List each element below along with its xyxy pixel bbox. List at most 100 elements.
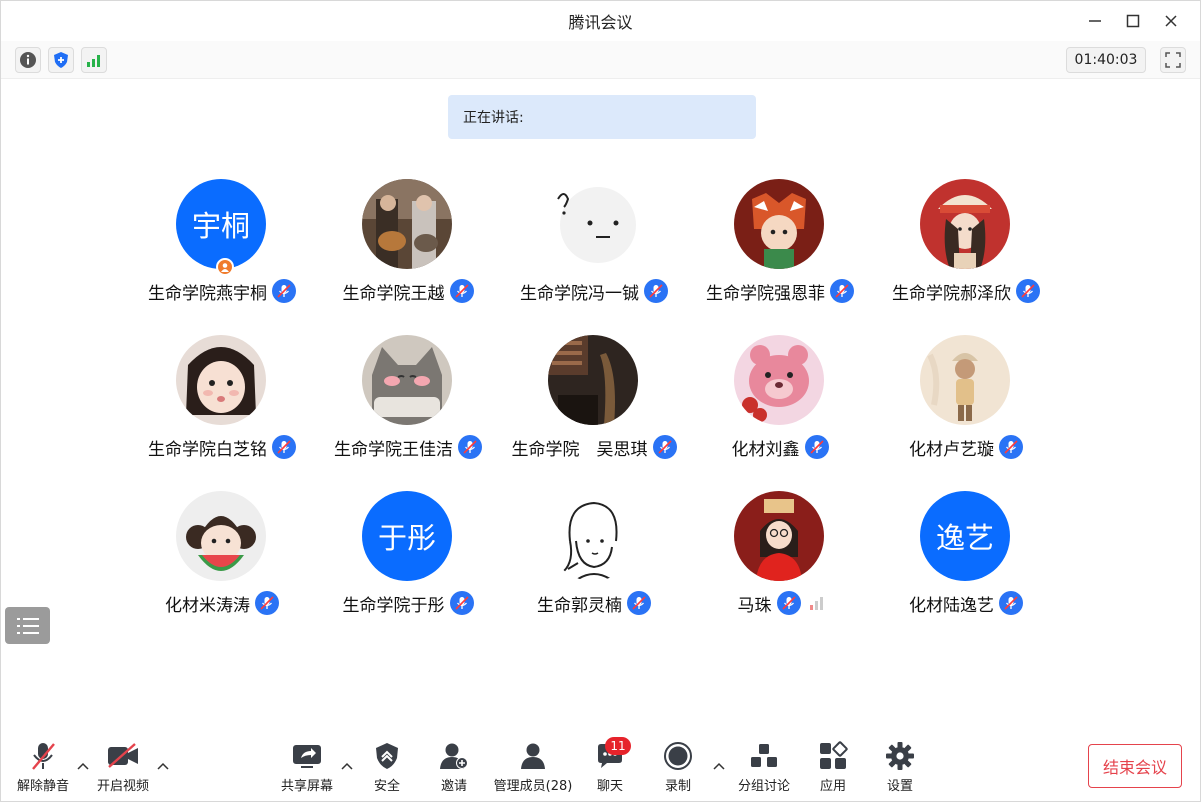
settings-button[interactable]: 设置 xyxy=(872,739,928,795)
mic-muted-icon xyxy=(458,435,482,459)
avatar-initials: 宇桐 xyxy=(191,209,250,243)
mic-muted-icon xyxy=(272,279,296,303)
participant-name: 化材陆逸艺 xyxy=(909,595,994,616)
participant-tile[interactable]: 化材卢艺璇 xyxy=(873,335,1059,475)
mic-muted-icon xyxy=(999,591,1023,615)
participant-name: 化材米涛涛 xyxy=(165,595,250,616)
participant-name: 生命学院郝泽欣 xyxy=(892,283,1011,304)
add-user-icon xyxy=(440,743,468,769)
video-options-chevron-icon[interactable] xyxy=(156,759,170,773)
participant-name: 生命学院冯一铖 xyxy=(520,283,639,304)
participant-tile[interactable]: 生命学院强恩菲 xyxy=(687,179,873,319)
participant-name: 生命学院燕宇桐 xyxy=(148,283,267,304)
round-face-doodle-icon xyxy=(548,179,638,269)
meeting-timer: 01:40:03 xyxy=(1066,47,1146,73)
participant-tile[interactable]: 宇桐 生命学院燕宇桐 xyxy=(129,179,315,319)
participant-grid: 宇桐 生命学院燕宇桐 生命学院王越 生命学院冯一铖 生命学院强恩菲 生命学院郝泽… xyxy=(129,179,1059,629)
participant-tile[interactable]: 生命郭灵楠 xyxy=(501,491,687,631)
window-controls xyxy=(1076,9,1190,33)
participant-tile[interactable]: 生命学院冯一铖 xyxy=(501,179,687,319)
breakout-icon xyxy=(751,744,777,767)
record-label: 录制 xyxy=(664,779,691,794)
minimize-icon[interactable] xyxy=(1076,9,1114,33)
participant-tile[interactable]: 生命学院郝泽欣 xyxy=(873,179,1059,319)
participant-name: 生命学院白芝铭 xyxy=(148,439,267,460)
share-screen-button[interactable]: 共享屏幕 xyxy=(277,739,337,795)
participant-name: 生命学院 吴思琪 xyxy=(511,439,648,460)
dark-room-photo-icon xyxy=(548,335,638,425)
participant-name: 马珠 xyxy=(737,595,772,616)
mic-muted-icon xyxy=(255,591,279,615)
red-sweater-girl-illustration-icon xyxy=(734,491,824,581)
fullscreen-icon[interactable] xyxy=(1160,47,1186,73)
members-icon xyxy=(521,743,545,769)
avatar: 逸艺 xyxy=(920,491,1010,581)
mic-muted-icon xyxy=(776,591,801,615)
start-video-button[interactable]: 开启视频 xyxy=(93,739,153,795)
participant-name: 生命学院强恩菲 xyxy=(706,283,825,304)
chat-button[interactable]: 11 聊天 xyxy=(582,737,638,795)
breakout-rooms-button[interactable]: 分组讨论 xyxy=(732,739,796,795)
share-screen-icon xyxy=(293,745,321,768)
little-girl-photo-icon xyxy=(176,335,266,425)
participant-name: 生命学院王佳洁 xyxy=(334,439,453,460)
unmute-label: 解除静音 xyxy=(16,779,69,794)
participant-name: 生命学院于彤 xyxy=(342,595,445,616)
security-label: 安全 xyxy=(373,779,400,794)
participant-tile[interactable]: 于彤 生命学院于彤 xyxy=(315,491,501,631)
manage-members-button[interactable]: 管理成员(28) xyxy=(491,739,575,795)
gray-cat-photo-icon xyxy=(362,335,452,425)
meeting-info-icon[interactable] xyxy=(15,47,41,73)
unmute-button[interactable]: 解除静音 xyxy=(13,739,73,795)
record-icon xyxy=(664,742,692,770)
red-panda-girl-illustration-icon xyxy=(734,179,824,269)
participant-name: 化材刘鑫 xyxy=(731,439,800,460)
security-button[interactable]: 安全 xyxy=(359,739,415,795)
maximize-icon[interactable] xyxy=(1114,9,1152,33)
record-options-chevron-icon[interactable] xyxy=(712,759,726,773)
participant-name: 化材卢艺璇 xyxy=(909,439,994,460)
guitar-duo-photo-icon xyxy=(362,179,452,269)
mic-muted-icon xyxy=(1016,279,1040,303)
participant-tile[interactable]: 生命学院王佳洁 xyxy=(315,335,501,475)
participant-tile[interactable]: 生命学院 吴思琪 xyxy=(501,335,687,475)
chat-unread-badge: 11 xyxy=(605,737,631,755)
share-screen-label: 共享屏幕 xyxy=(280,779,333,794)
network-signal-icon[interactable] xyxy=(81,47,107,73)
participant-tile[interactable]: 生命学院王越 xyxy=(315,179,501,319)
meeting-toolbar: 解除静音 开启视频 共享屏幕 安全 邀请 管理成员(28) 11 聊天 录制 分… xyxy=(1,729,1200,802)
participant-tile[interactable]: 化材米涛涛 xyxy=(129,491,315,631)
watermelon-girl-illustration-icon xyxy=(176,491,266,581)
mic-muted-icon xyxy=(652,435,677,459)
close-icon[interactable] xyxy=(1152,9,1190,33)
gear-icon xyxy=(886,742,914,770)
mic-muted-icon xyxy=(272,435,296,459)
record-button[interactable]: 录制 xyxy=(650,739,706,795)
manage-members-label: 管理成员(28) xyxy=(493,779,573,794)
avatar-initials: 逸艺 xyxy=(935,521,994,555)
participant-name: 生命学院王越 xyxy=(342,283,445,304)
participant-tile[interactable]: 逸艺 化材陆逸艺 xyxy=(873,491,1059,631)
participant-tile[interactable]: 生命学院白芝铭 xyxy=(129,335,315,475)
mic-muted-icon xyxy=(830,279,854,303)
participant-tile[interactable]: 化材刘鑫 xyxy=(687,335,873,475)
breakout-rooms-label: 分组讨论 xyxy=(737,779,790,794)
avatar: 于彤 xyxy=(362,491,452,581)
apps-label: 应用 xyxy=(819,779,846,794)
camera-off-icon xyxy=(108,743,138,768)
shield-icon[interactable] xyxy=(48,47,74,73)
mic-muted-icon xyxy=(449,591,474,615)
participant-name: 生命郭灵楠 xyxy=(537,595,622,616)
participant-tile[interactable]: 马珠 xyxy=(687,491,873,631)
share-options-chevron-icon[interactable] xyxy=(340,759,354,773)
title-bar: 腾讯会议 xyxy=(1,1,1200,41)
apps-button[interactable]: 应用 xyxy=(805,739,861,795)
mic-muted-icon xyxy=(449,279,474,303)
meeting-window: 腾讯会议 01:40:03 正在讲话: 宇桐 生命学院燕宇桐 生命学院王越 生命… xyxy=(0,0,1201,802)
audio-options-chevron-icon[interactable] xyxy=(76,759,90,773)
end-meeting-button[interactable]: 结束会议 xyxy=(1088,744,1182,788)
shield-lock-icon xyxy=(376,743,398,769)
invite-button[interactable]: 邀请 xyxy=(426,739,482,795)
pink-bear-illustration-icon xyxy=(734,335,824,425)
member-list-toggle[interactable] xyxy=(5,607,50,644)
